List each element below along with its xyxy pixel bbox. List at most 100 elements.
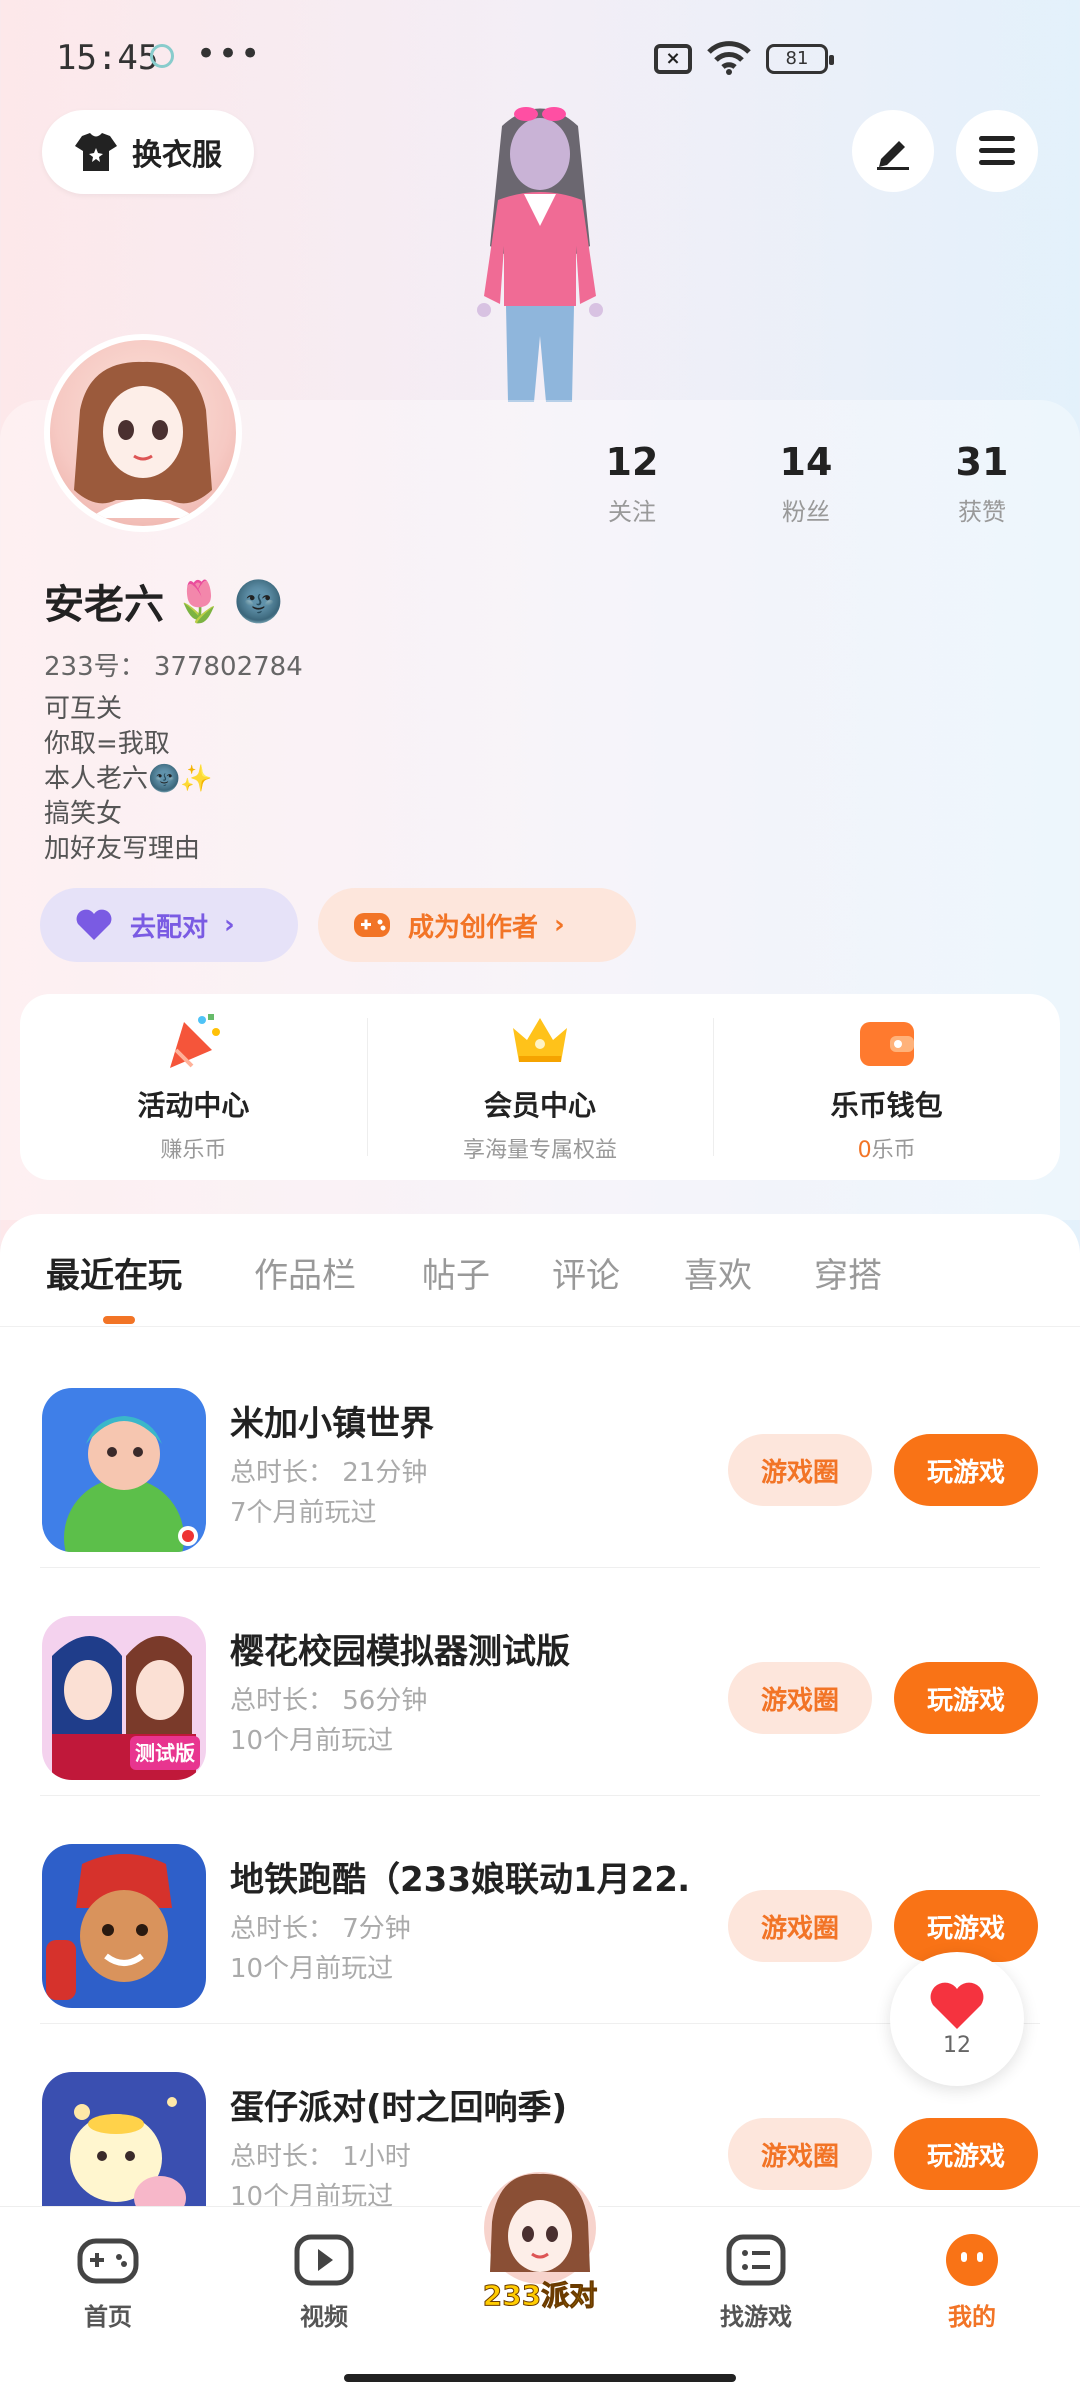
match-button[interactable]: 去配对 › <box>40 888 298 962</box>
game-icon-miga-town <box>42 1388 206 1552</box>
nav-video[interactable]: 视频 <box>264 2233 384 2332</box>
game-row[interactable]: 米加小镇世界 总时长： 21分钟 7个月前玩过 游戏圈 玩游戏 <box>0 1340 1080 1568</box>
play-game-button[interactable]: 玩游戏 <box>894 2118 1038 2190</box>
activity-center-title: 活动中心 <box>137 1089 250 1122</box>
menu-button[interactable] <box>956 110 1038 192</box>
tulip-icon: 🌷 <box>174 578 224 625</box>
profile-name: 安老六 🌷 🌚 <box>44 572 284 630</box>
coin-balance: 0 <box>857 1138 872 1163</box>
list-icon <box>726 2234 786 2286</box>
no-sim-icon: × <box>654 44 692 74</box>
avatar-character-figure[interactable] <box>440 96 640 402</box>
nav-video-label: 视频 <box>300 2303 348 2331</box>
edit-profile-button[interactable] <box>852 110 934 192</box>
feature-cards: 活动中心 赚乐币 会员中心 享海量专属权益 乐币钱包 0乐币 <box>20 994 1060 1180</box>
play-game-button[interactable]: 玩游戏 <box>894 1662 1038 1734</box>
bio-line: 加好友写理由 <box>44 834 201 864</box>
nav-find-games[interactable]: 找游戏 <box>696 2233 816 2332</box>
game-row[interactable]: 测试版 樱花校园模拟器测试版 总时长： 56分钟 10个月前玩过 游戏圈 玩游戏 <box>0 1568 1080 1796</box>
home-indicator[interactable] <box>344 2374 736 2382</box>
coin-wallet[interactable]: 乐币钱包 0乐币 <box>713 994 1060 1180</box>
tab-outfits[interactable]: 穿搭 <box>814 1248 882 1297</box>
become-creator-label: 成为创作者 <box>408 912 539 943</box>
following-count: 12 <box>605 440 659 484</box>
tab-works[interactable]: 作品栏 <box>254 1248 356 1297</box>
nav-me-label: 我的 <box>948 2303 996 2331</box>
gamepad-icon <box>354 913 390 937</box>
party-label: 233派对 <box>482 2279 598 2313</box>
stat-followers[interactable]: 14 粉丝 <box>736 440 876 527</box>
pencil-icon <box>877 141 909 170</box>
chevron-right-icon: › <box>554 910 565 940</box>
stat-following[interactable]: 12 关注 <box>562 440 702 527</box>
nav-find-games-label: 找游戏 <box>720 2303 792 2331</box>
chevron-right-icon: › <box>224 910 235 940</box>
battery-icon: 81 <box>766 44 834 74</box>
status-bar: 15:45 ••• × 81 <box>0 0 1080 110</box>
coin-wallet-title: 乐币钱包 <box>830 1089 943 1122</box>
followers-label: 粉丝 <box>782 498 830 526</box>
game-icon-badge: 测试版 <box>135 1741 195 1765</box>
status-time: 15:45 <box>56 38 159 78</box>
game-last-played: 7个月前玩过 <box>230 1498 377 1528</box>
game-circle-button[interactable]: 游戏圈 <box>728 1890 872 1962</box>
video-play-icon <box>294 2234 354 2286</box>
activity-center-subtitle: 赚乐币 <box>160 1138 227 1163</box>
change-outfit-button[interactable]: 换衣服 <box>42 110 254 194</box>
tab-comments[interactable]: 评论 <box>552 1248 620 1297</box>
following-label: 关注 <box>608 498 656 526</box>
stat-likes[interactable]: 31 获赞 <box>912 440 1052 527</box>
game-title: 蛋仔派对(时之回响季) <box>230 2088 568 2128</box>
game-duration: 总时长： 56分钟 <box>230 1686 428 1716</box>
game-title: 樱花校园模拟器测试版 <box>230 1632 570 1672</box>
profile-uid: 233号： 377802784 <box>44 652 303 682</box>
game-circle-button[interactable]: 游戏圈 <box>728 1434 872 1506</box>
bio-line: 搞笑女 <box>44 799 123 829</box>
match-label: 去配对 <box>130 912 209 943</box>
like-count: 12 <box>943 2032 971 2058</box>
profile-name-text: 安老六 <box>44 582 164 628</box>
menu-icon <box>979 136 1015 165</box>
play-game-button[interactable]: 玩游戏 <box>894 1434 1038 1506</box>
tab-likes[interactable]: 喜欢 <box>684 1248 752 1297</box>
party-popper-icon <box>170 1014 221 1068</box>
game-circle-button[interactable]: 游戏圈 <box>728 2118 872 2190</box>
activity-center[interactable]: 活动中心 赚乐币 <box>20 994 367 1180</box>
wallet-icon <box>859 1022 914 1066</box>
like-floating-button[interactable]: 12 <box>890 1952 1024 2086</box>
nav-home-label: 首页 <box>84 2303 132 2331</box>
profile-tabs: 最近在玩 作品栏 帖子 评论 喜欢 穿搭 <box>0 1214 1080 1327</box>
game-last-played: 10个月前玩过 <box>230 1954 394 1984</box>
moon-face-icon: 🌚 <box>233 578 284 625</box>
profile-bio: 可互关 你取=我取 本人老六🌚✨ 搞笑女 加好友写理由 <box>44 692 213 867</box>
tab-recently-played[interactable]: 最近在玩 <box>46 1248 182 1297</box>
heart-icon <box>930 1982 984 2029</box>
game-icon-sakura-school: 测试版 <box>42 1616 206 1780</box>
tab-posts[interactable]: 帖子 <box>422 1248 490 1297</box>
game-last-played: 10个月前玩过 <box>230 1726 394 1756</box>
nav-me[interactable]: 我的 <box>912 2233 1032 2332</box>
game-duration: 总时长： 21分钟 <box>230 1458 428 1488</box>
game-title: 米加小镇世界 <box>230 1404 434 1444</box>
followers-count: 14 <box>779 440 833 484</box>
me-face-icon <box>946 2234 998 2286</box>
wifi-icon <box>707 41 751 75</box>
bio-line: 可互关 <box>44 694 123 724</box>
member-center-subtitle: 享海量专属权益 <box>463 1138 618 1163</box>
heart-icon <box>76 909 112 940</box>
nav-home[interactable]: 首页 <box>48 2233 168 2332</box>
game-duration: 总时长： 7分钟 <box>230 1914 411 1944</box>
play-game-button[interactable]: 玩游戏 <box>894 1890 1038 1962</box>
more-notifications-icon: ••• <box>196 34 263 74</box>
change-outfit-label: 换衣服 <box>132 138 222 173</box>
bio-line: 本人老六🌚✨ <box>44 764 213 794</box>
game-title: 地铁跑酷（233娘联动1月22… <box>230 1860 690 1900</box>
game-duration: 总时长： 1小时 <box>230 2142 411 2172</box>
become-creator-button[interactable]: 成为创作者 › <box>318 888 636 962</box>
coin-wallet-subtitle: 0乐币 <box>858 1132 916 1164</box>
party-center-button[interactable]: 233派对 <box>468 2162 612 2318</box>
member-center[interactable]: 会员中心 享海量专属权益 <box>366 994 714 1180</box>
game-icon-subway-surfers <box>42 1844 206 2008</box>
profile-avatar[interactable] <box>44 334 242 532</box>
game-circle-button[interactable]: 游戏圈 <box>728 1662 872 1734</box>
